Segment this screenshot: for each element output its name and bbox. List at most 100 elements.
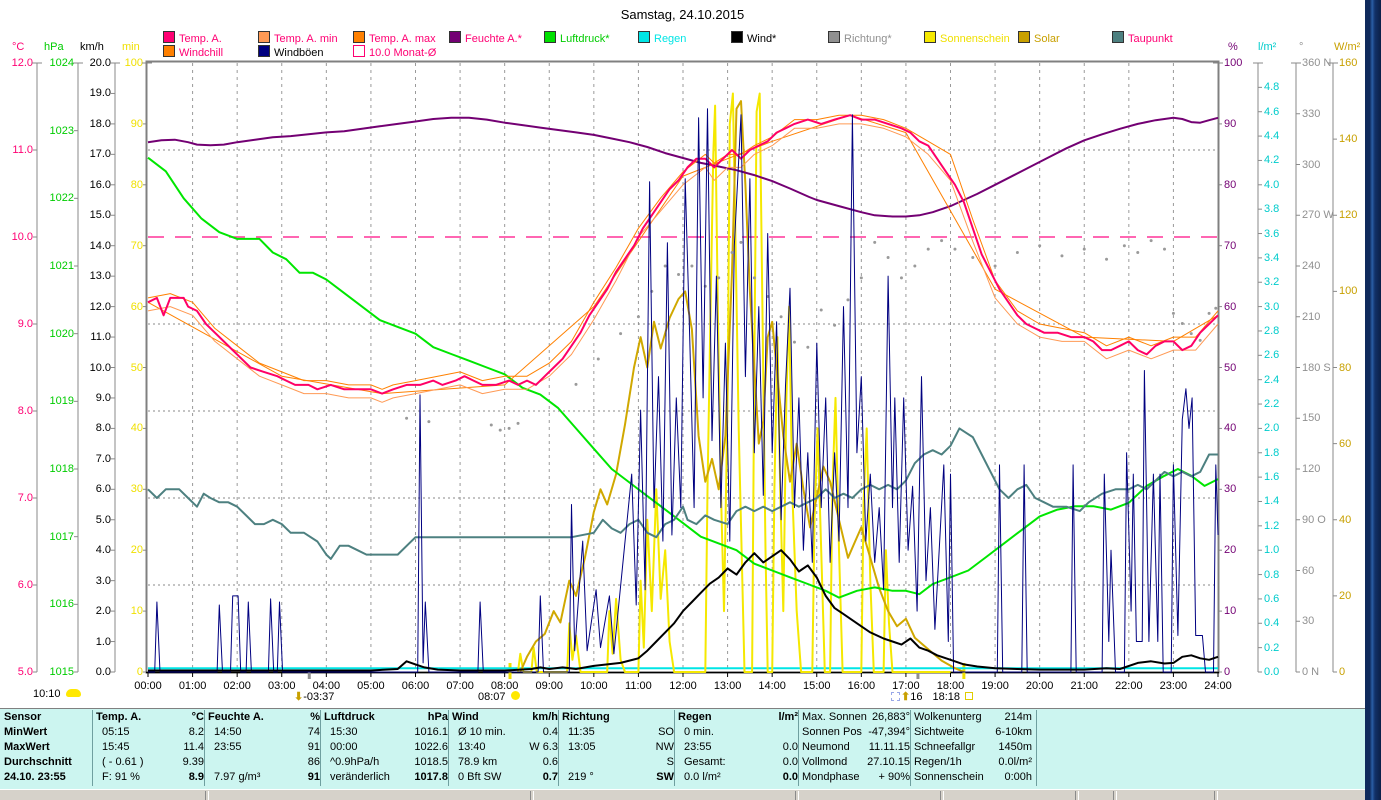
table-col-unit: km/h <box>532 711 558 723</box>
table-cell-value: 1022.6 <box>414 741 448 753</box>
table-cell-value: W 6.3 <box>529 741 558 753</box>
series-point-Richtung <box>1105 257 1109 261</box>
series-point-Richtung <box>717 276 721 280</box>
table-col-header: Feuchte A. <box>208 711 264 723</box>
series-point-Richtung <box>507 426 511 430</box>
table-cell-value: 8.9 <box>188 771 204 783</box>
series-point-Richtung <box>498 428 502 432</box>
moonset-time: -03:37 <box>303 691 335 703</box>
series-point-Richtung <box>405 416 409 420</box>
table-col-unit: hPa <box>427 711 448 723</box>
table-info-value: 6-10km <box>995 726 1032 738</box>
table-info-value: 27.10.15 <box>867 756 910 768</box>
table-column-separator <box>798 710 799 786</box>
table-cell-value: 0.0 <box>782 771 798 783</box>
table-column-separator <box>92 710 93 786</box>
table-col-header: Regen <box>678 711 712 723</box>
table-cell-value: SW <box>656 771 674 783</box>
table-col-unit: °C <box>191 711 204 723</box>
table-row-label: MaxWert <box>4 741 50 753</box>
series-point-Richtung <box>619 332 623 336</box>
series-point-Richtung <box>1180 322 1184 326</box>
table-column-separator <box>1036 710 1037 786</box>
sunrise-annotation: 08:07 <box>478 691 520 703</box>
series-point-Richtung <box>926 247 930 251</box>
series-point-Richtung <box>971 256 975 260</box>
moonrise-arrow-icon: ⬆ <box>901 691 911 703</box>
table-column-separator <box>558 710 559 786</box>
table-info-value: -47,394° <box>868 726 910 738</box>
table-cell-value: 0.0 <box>782 741 798 753</box>
series-point-Richtung <box>1163 247 1166 251</box>
sunshine-icon <box>65 689 81 697</box>
table-info-value: 11.11.15 <box>868 741 910 753</box>
status-bar-separator <box>530 791 534 800</box>
sunset-time: 18:18 <box>932 691 960 703</box>
series-point-Richtung <box>574 382 578 386</box>
series-point-Richtung <box>516 421 520 425</box>
table-col-header: Wind <box>452 711 479 723</box>
series-Windböen <box>148 108 1219 673</box>
series-point-Richtung <box>663 264 667 268</box>
table-col-unit: % <box>310 711 320 723</box>
table-column-separator <box>448 710 449 786</box>
table-col-header: Luftdruck <box>324 711 375 723</box>
table-column-separator <box>320 710 321 786</box>
table-cell-value: 1018.5 <box>414 756 448 768</box>
series-point-Richtung <box>677 272 681 276</box>
table-cell-value: NW <box>655 741 674 753</box>
series-point-Richtung <box>1060 254 1064 258</box>
series-point-Richtung <box>806 345 810 349</box>
series-Feuchte A. <box>147 116 1219 218</box>
moonrise-sunset-annotation: ⬆16 18:18 <box>891 691 973 703</box>
table-column-separator <box>910 710 911 786</box>
status-bar-separator <box>205 791 209 800</box>
table-row-label: Durchschnitt <box>4 756 72 768</box>
series-point-Richtung <box>730 250 734 254</box>
status-bar-separator <box>1113 791 1117 800</box>
table-cell-value: 0.0 <box>782 756 798 768</box>
table-cell-value: 1017.8 <box>414 771 448 783</box>
series-point-Richtung <box>792 340 796 344</box>
table-cell-value: 74 <box>307 726 320 738</box>
series-point-Richtung <box>427 420 431 424</box>
status-bar-separator <box>795 791 799 800</box>
series-point-Richtung <box>1207 311 1211 315</box>
sunrise-icon <box>510 691 520 700</box>
series-point-Richtung <box>779 315 783 319</box>
table-column-separator <box>204 710 205 786</box>
series-point-Richtung <box>636 315 640 319</box>
table-row-label: 24.10. 23:55 <box>4 771 66 783</box>
desktop-background <box>1365 0 1381 800</box>
series-point-Richtung <box>899 276 903 280</box>
series-point-Richtung <box>1122 244 1126 248</box>
moonrise-minutes: 16 <box>910 691 923 703</box>
table-cell-value: 86 <box>307 756 320 768</box>
series-point-Richtung <box>913 264 917 268</box>
table-info-value: + 90% <box>878 771 910 783</box>
table-col-header: Temp. A. <box>96 711 142 723</box>
series-point-Richtung <box>1189 332 1193 336</box>
sunshine-total: 10:10 <box>33 688 81 700</box>
series-point-Richtung <box>739 240 743 244</box>
table-cell-value: 8.2 <box>188 726 204 738</box>
moonset-annotation: ⬇-03:37 <box>294 691 334 703</box>
table-cell-value: 0.4 <box>542 726 558 738</box>
sunrise-time: 08:07 <box>478 691 506 703</box>
table-cell-value: 0.6 <box>542 756 558 768</box>
series-point-Richtung <box>690 264 694 268</box>
series-point-Richtung <box>596 357 600 361</box>
series-point-Richtung <box>846 298 850 302</box>
table-row-label: Sensor <box>4 711 42 723</box>
moonset-arrow-icon: ⬇ <box>294 691 304 703</box>
table-cell-value: 1016.1 <box>414 726 448 738</box>
table-cell-value: 11.4 <box>183 741 204 753</box>
series-point-Richtung <box>886 256 890 260</box>
series-point-Richtung <box>1015 250 1019 254</box>
table-cell-value: 9.39 <box>182 756 204 768</box>
table-info-value: 1450m <box>998 741 1032 753</box>
table-cell: 0 min. <box>684 726 714 738</box>
series-point-Richtung <box>1038 244 1042 248</box>
table-info-value: 214m <box>1004 711 1032 723</box>
table-info-value: 26,883° <box>871 711 910 723</box>
